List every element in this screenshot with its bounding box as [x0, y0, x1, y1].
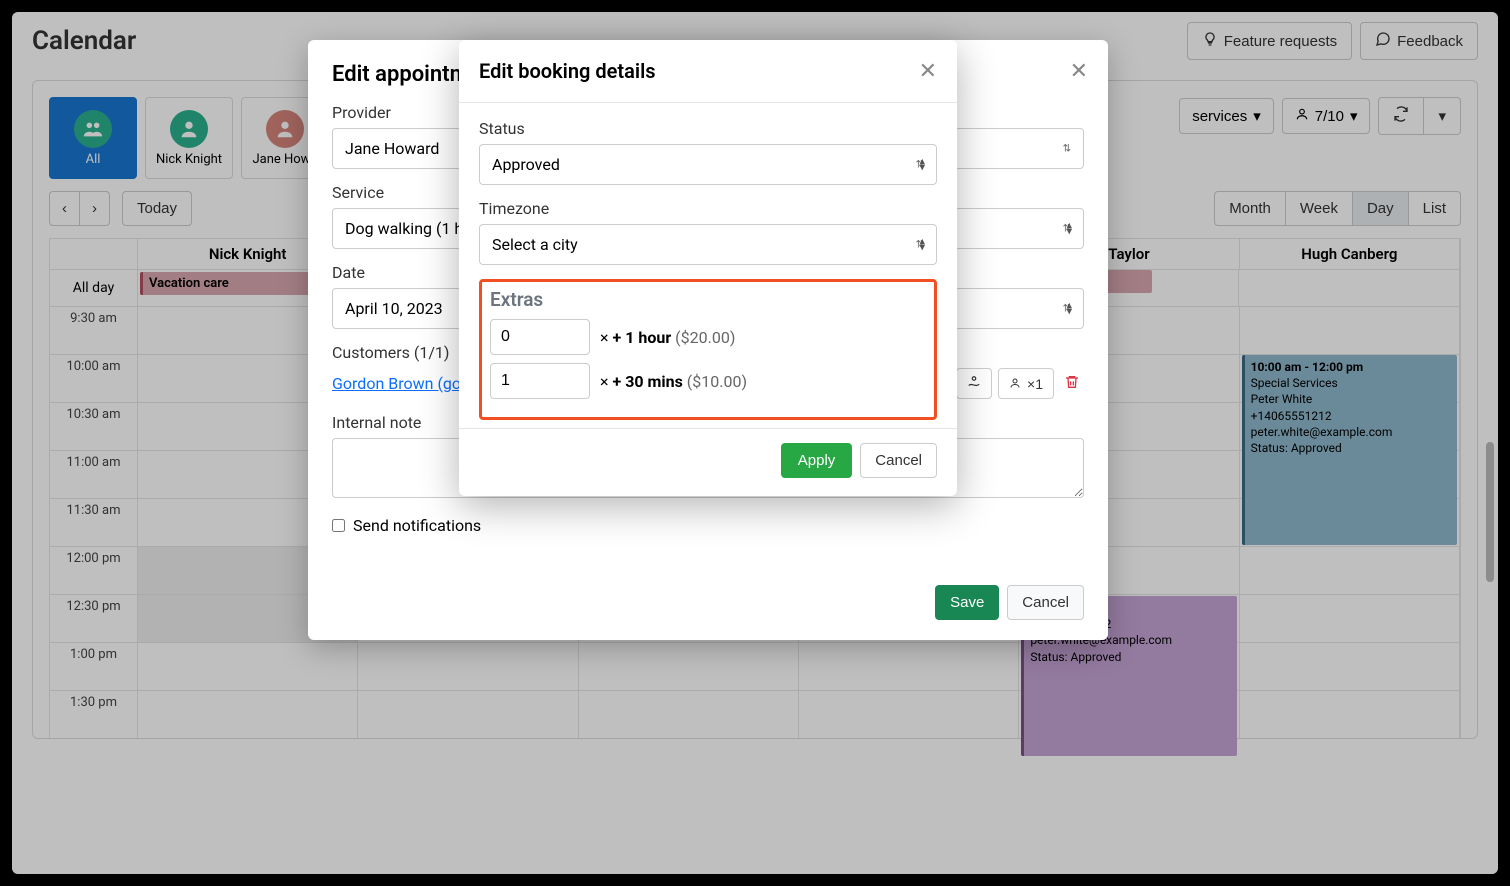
user-icon: [1009, 376, 1021, 392]
trash-icon: [1064, 374, 1080, 393]
modal-title: Edit booking details: [479, 59, 656, 83]
extras-title: Extras: [490, 288, 926, 311]
timezone-label: Timezone: [479, 199, 937, 218]
extra-row: × + 1 hour ($20.00): [490, 319, 926, 355]
extra-desc: × + 1 hour ($20.00): [600, 328, 735, 347]
extras-highlight: Extras × + 1 hour ($20.00) × + 30 mins (…: [479, 279, 937, 420]
close-button[interactable]: ✕: [919, 58, 937, 84]
customer-link[interactable]: Gordon Brown (go: [332, 374, 461, 393]
cancel-button[interactable]: Cancel: [1007, 585, 1084, 620]
persons-button[interactable]: ×1: [998, 368, 1054, 399]
payment-button[interactable]: [956, 368, 992, 399]
label: ×1: [1027, 376, 1043, 392]
cancel-button[interactable]: Cancel: [860, 443, 937, 478]
extra-qty-input[interactable]: [490, 319, 590, 355]
close-icon: ✕: [1070, 58, 1088, 83]
save-button[interactable]: Save: [935, 585, 999, 620]
checkbox-label: Send notifications: [353, 516, 481, 535]
close-icon: ✕: [919, 58, 937, 83]
extra-desc: × + 30 mins ($10.00): [600, 372, 747, 391]
timezone-select[interactable]: Select a city: [479, 224, 937, 265]
send-notifications-checkbox[interactable]: [332, 519, 345, 532]
status-label: Status: [479, 119, 937, 138]
status-select[interactable]: Approved: [479, 144, 937, 185]
apply-button[interactable]: Apply: [781, 443, 853, 478]
delete-customer-button[interactable]: [1060, 368, 1084, 399]
hand-coin-icon: [967, 375, 981, 392]
extra-row: × + 30 mins ($10.00): [490, 363, 926, 399]
extra-qty-input[interactable]: [490, 363, 590, 399]
close-button[interactable]: ✕: [1070, 58, 1088, 84]
edit-booking-details-modal: Edit booking details ✕ Status Approved ▴…: [459, 40, 957, 496]
